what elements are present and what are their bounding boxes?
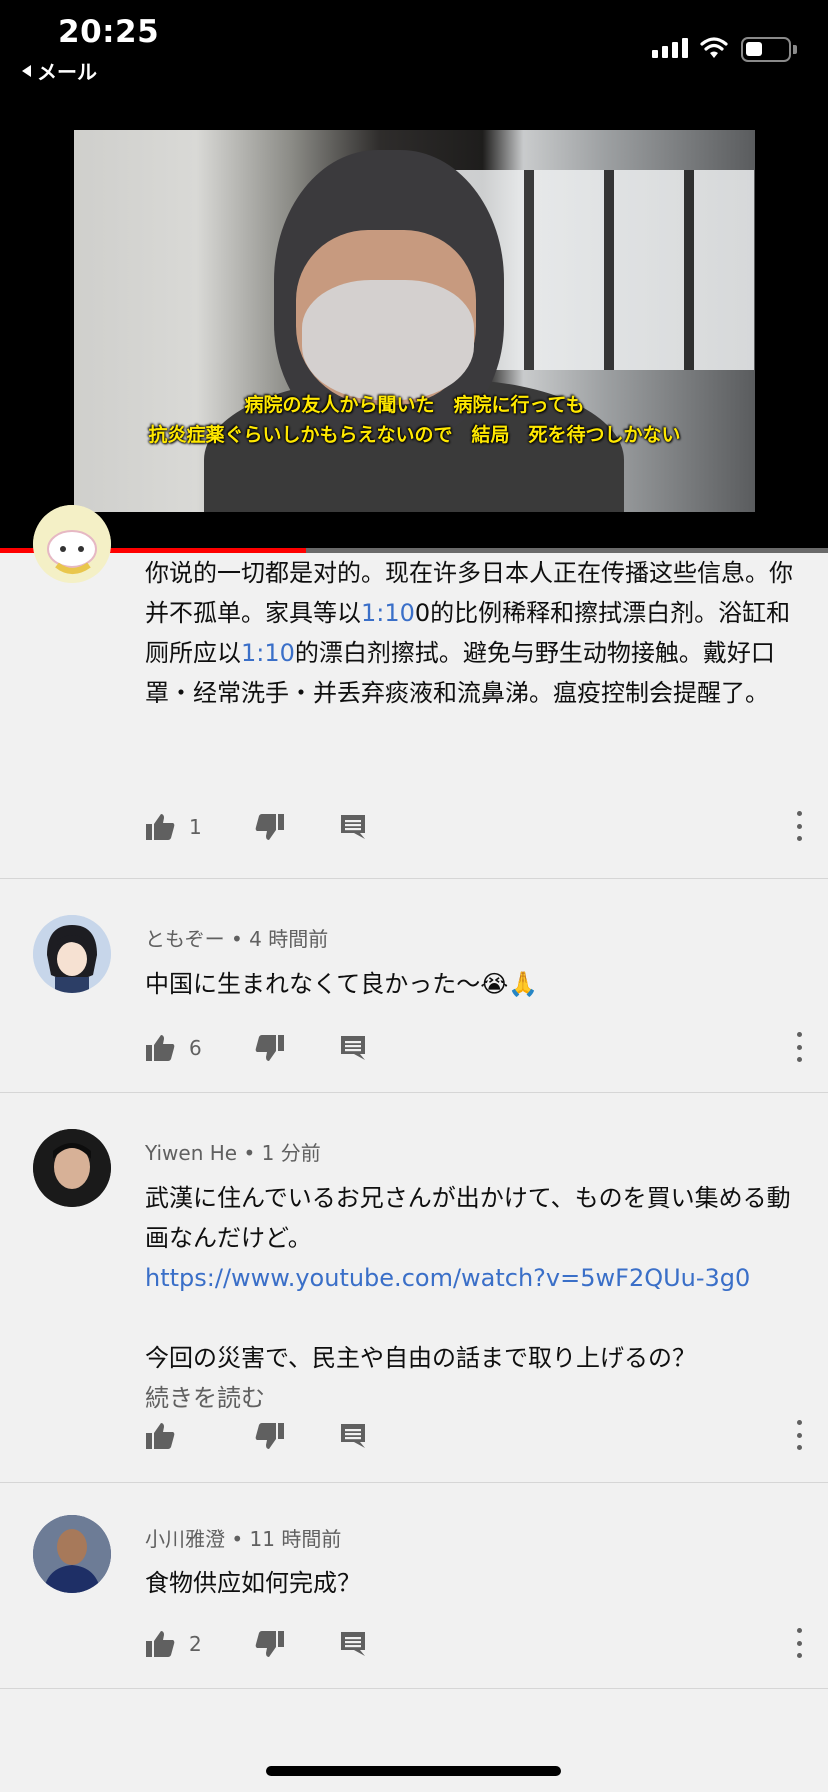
- comment-list: 你说的一切都是对的。现在许多日本人正在传播这些信息。你并不孤单。家具等以1:10…: [0, 505, 828, 1689]
- battery-icon: [741, 37, 797, 62]
- comment-actions: 6: [145, 1030, 805, 1066]
- back-to-mail-link[interactable]: メール: [22, 56, 97, 85]
- comment-author[interactable]: 小川雅澄: [145, 1527, 225, 1551]
- back-arrow-icon: [22, 64, 31, 77]
- more-options-icon[interactable]: [793, 1628, 805, 1658]
- comment-time: 1 分前: [261, 1141, 321, 1165]
- comment-text-segment: 今回の災害で、民主や自由の話まで取り上げるの？: [145, 1344, 697, 1372]
- meta-separator: •: [237, 1141, 262, 1165]
- comment-link[interactable]: 1:10: [241, 639, 295, 667]
- comment-meta: Yiwen He • 1 分前: [145, 1137, 321, 1166]
- comment-text-segment: 食物供应如何完成？: [145, 1569, 361, 1597]
- read-more-link[interactable]: 続きを読む: [145, 1384, 265, 1412]
- home-indicator[interactable]: [266, 1766, 561, 1776]
- comment-text: 中国に生まれなくて良かった〜😭🙏: [145, 964, 795, 1004]
- reply-button[interactable]: [340, 1418, 366, 1454]
- anime-avatar-icon: [33, 915, 111, 993]
- avatar[interactable]: [33, 915, 111, 993]
- thumbs-down-icon: [255, 1631, 284, 1657]
- like-button[interactable]: 2: [145, 1626, 202, 1662]
- thumbs-up-icon: [146, 1035, 175, 1061]
- meta-separator: •: [225, 1527, 250, 1551]
- comment-author[interactable]: ともぞー: [145, 927, 225, 951]
- comment-item: 小川雅澄 • 11 時間前 食物供应如何完成？ 2: [0, 1483, 828, 1689]
- reply-icon: [341, 815, 365, 839]
- thumbs-down-icon: [255, 814, 284, 840]
- cellular-signal-icon: [652, 38, 688, 58]
- wifi-icon: [700, 37, 728, 58]
- comment-item: 你说的一切都是对的。现在许多日本人正在传播这些信息。你并不孤单。家具等以1:10…: [0, 505, 828, 879]
- comment-actions: 2: [145, 1626, 805, 1662]
- subtitle-line-1: 病院の友人から聞いた 病院に行っても: [244, 394, 585, 416]
- dislike-button[interactable]: [255, 1626, 285, 1662]
- comment-author[interactable]: Yiwen He: [145, 1141, 237, 1165]
- comment-text-segment: 武漢に住んでいるお兄さんが出かけて、ものを買い集める動画なんだけど。: [145, 1184, 791, 1252]
- like-button[interactable]: 6: [145, 1030, 202, 1066]
- comment-actions: [145, 1418, 805, 1454]
- comment-time: 11 時間前: [249, 1527, 342, 1551]
- video-player[interactable]: 病院の友人から聞いた 病院に行っても 抗炎症薬ぐらいしかもらえないので 結局 死…: [74, 130, 755, 512]
- reply-button[interactable]: [340, 1626, 366, 1662]
- photo-avatar-icon: [33, 1515, 111, 1593]
- comment-item: Yiwen He • 1 分前 武漢に住んでいるお兄さんが出かけて、ものを買い集…: [0, 1093, 828, 1483]
- meta-separator: •: [224, 927, 250, 951]
- reply-icon: [341, 1632, 365, 1656]
- subtitle-line-2: 抗炎症薬ぐらいしかもらえないので 結局 死を待つしかない: [148, 424, 681, 446]
- photo-avatar-icon: [33, 1129, 111, 1207]
- comment-text: 食物供应如何完成？: [145, 1563, 795, 1603]
- comment-link[interactable]: 1:10: [361, 599, 415, 627]
- more-options-icon[interactable]: [793, 1032, 805, 1062]
- like-button[interactable]: [145, 1418, 175, 1454]
- thumbs-down-icon: [255, 1423, 284, 1449]
- reply-button[interactable]: [340, 809, 366, 845]
- comment-text: 武漢に住んでいるお兄さんが出かけて、ものを買い集める動画なんだけど。 https:…: [145, 1178, 795, 1418]
- more-options-icon[interactable]: [793, 1420, 805, 1450]
- status-time: 20:25: [58, 14, 160, 50]
- reply-icon: [341, 1036, 365, 1060]
- dislike-button[interactable]: [255, 809, 285, 845]
- like-count: 2: [189, 1632, 202, 1656]
- cartoon-avatar-icon: [33, 505, 111, 583]
- back-label: メール: [37, 60, 97, 84]
- avatar[interactable]: [33, 505, 111, 583]
- more-options-icon[interactable]: [793, 811, 805, 841]
- thumbs-up-icon: [146, 814, 175, 840]
- video-header-area: 20:25 メール 病院の友人から聞いた 病院に行っても 抗炎症薬ぐらいしかもら…: [0, 0, 828, 553]
- comment-item: ともぞー • 4 時間前 中国に生まれなくて良かった〜😭🙏 6: [0, 879, 828, 1093]
- thumbs-up-icon: [146, 1423, 175, 1449]
- comment-link[interactable]: https://www.youtube.com/watch?v=5wF2QUu-…: [145, 1264, 750, 1292]
- video-subtitles: 病院の友人から聞いた 病院に行っても 抗炎症薬ぐらいしかもらえないので 結局 死…: [74, 390, 755, 450]
- avatar[interactable]: [33, 1515, 111, 1593]
- comment-time: 4 時間前: [249, 927, 329, 951]
- like-count: 6: [189, 1036, 202, 1060]
- dislike-button[interactable]: [255, 1418, 285, 1454]
- avatar[interactable]: [33, 1129, 111, 1207]
- comment-text-segment: 中国に生まれなくて良かった〜😭🙏: [145, 970, 539, 998]
- reply-icon: [341, 1424, 365, 1448]
- reply-button[interactable]: [340, 1030, 366, 1066]
- video-person-mask: [302, 280, 474, 400]
- comment-meta: 小川雅澄 • 11 時間前: [145, 1523, 341, 1552]
- dislike-button[interactable]: [255, 1030, 285, 1066]
- thumbs-up-icon: [146, 1631, 175, 1657]
- comment-meta: ともぞー • 4 時間前: [145, 923, 328, 952]
- comment-actions: 1: [145, 809, 805, 845]
- thumbs-down-icon: [255, 1035, 284, 1061]
- like-count: 1: [189, 815, 202, 839]
- comment-text: 你说的一切都是对的。现在许多日本人正在传播这些信息。你并不孤单。家具等以1:10…: [145, 553, 795, 713]
- like-button[interactable]: 1: [145, 809, 202, 845]
